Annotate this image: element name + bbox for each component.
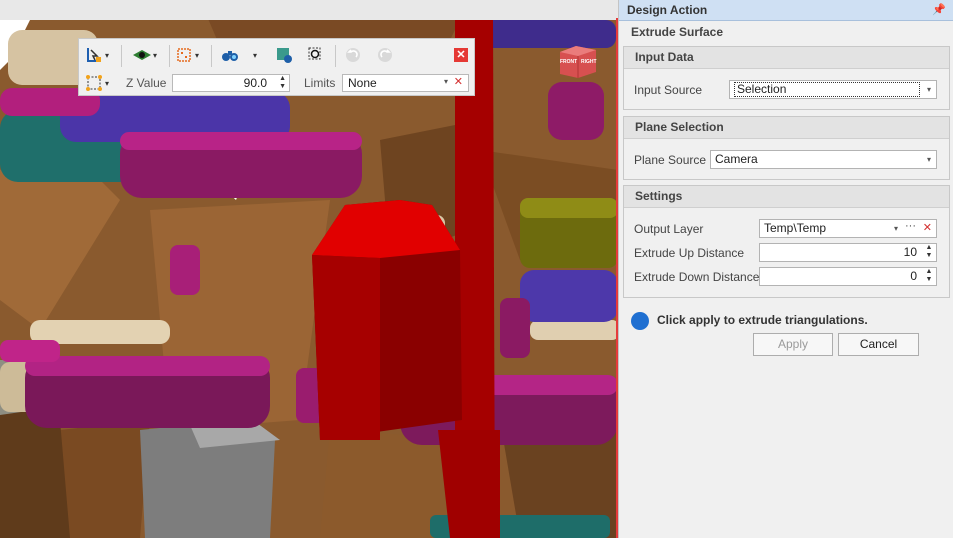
output-layer-select[interactable]: Temp\Temp ▾ ··· ✕ — [759, 219, 937, 238]
extrude-up-input[interactable]: 10 ▲ ▼ — [759, 243, 937, 262]
chevron-down-icon[interactable]: ▾ — [153, 51, 157, 60]
layer-filter-icon[interactable] — [273, 44, 295, 66]
view-cube-right-label: RIGHT — [581, 59, 597, 65]
chevron-down-icon[interactable]: ▾ — [927, 151, 931, 168]
panel-title: Design Action — [627, 3, 708, 17]
z-value-label: Z Value — [126, 76, 167, 90]
z-value-input[interactable]: 90.0 ▲ ▼ — [172, 74, 290, 92]
settings-section: Settings Output Layer Temp\Temp ▾ ··· ✕ … — [623, 185, 950, 298]
toolbar-separator — [169, 45, 170, 67]
input-source-select[interactable]: Selection ▾ — [729, 80, 937, 99]
snap-grid-icon[interactable] — [173, 44, 195, 66]
select-tool-icon[interactable] — [83, 44, 105, 66]
view-cube[interactable]: FRONT RIGHT — [556, 44, 598, 78]
cancel-button[interactable]: Cancel — [838, 333, 919, 356]
z-value-text: 90.0 — [243, 76, 267, 90]
extrude-up-label: Extrude Up Distance — [634, 246, 745, 260]
point-snap-icon[interactable] — [83, 72, 105, 94]
chevron-down-icon[interactable]: ▾ — [253, 51, 257, 60]
3d-viewport[interactable]: FRONT RIGHT ▾ ▾ ▾ ▾ ✕ ▾ Z Value 90.0 ▲ ▼… — [0, 0, 618, 538]
view-cube-front-label: FRONT — [560, 59, 578, 65]
chevron-down-icon[interactable]: ▾ — [894, 220, 898, 237]
chevron-down-icon[interactable]: ▾ — [105, 79, 109, 88]
selection-box-icon[interactable] — [305, 44, 327, 66]
info-message: Click apply to extrude triangulations. — [657, 313, 868, 327]
clear-icon[interactable]: ✕ — [923, 220, 932, 237]
extrude-down-input[interactable]: 0 ▲ ▼ — [759, 267, 937, 286]
toolbar-separator — [211, 45, 212, 67]
redo-icon[interactable] — [374, 44, 396, 66]
limits-select[interactable]: None ▾ ✕ — [342, 74, 469, 92]
output-layer-value: Temp\Temp — [764, 221, 827, 235]
pin-icon[interactable]: 📌 — [932, 3, 946, 16]
input-source-label: Input Source — [634, 83, 703, 97]
chevron-down-icon[interactable]: ▾ — [927, 81, 931, 98]
toolbar-separator — [335, 45, 336, 67]
plane-source-label: Plane Source — [634, 153, 707, 167]
plane-source-select[interactable]: Camera ▾ — [710, 150, 937, 169]
chevron-down-icon[interactable]: ▾ — [444, 77, 448, 86]
plane-selection-header: Plane Selection — [624, 117, 949, 139]
toolbar-separator — [121, 45, 122, 67]
more-options-icon[interactable]: ··· — [905, 218, 916, 235]
output-layer-label: Output Layer — [634, 222, 704, 236]
floating-toolbar: ▾ ▾ ▾ ▾ ✕ ▾ Z Value 90.0 ▲ ▼ Limits None… — [78, 38, 475, 96]
input-data-section: Input Data Input Source Selection ▾ — [623, 46, 950, 110]
clear-icon[interactable]: ✕ — [454, 75, 463, 88]
plane-source-value: Camera — [715, 152, 758, 166]
chevron-down-icon[interactable]: ▾ — [105, 51, 109, 60]
viewport-top-bar — [0, 0, 618, 20]
close-icon[interactable]: ✕ — [454, 48, 468, 62]
input-source-value: Selection — [734, 82, 920, 97]
view-eye-icon[interactable] — [131, 44, 153, 66]
settings-header: Settings — [624, 186, 949, 208]
panel-subtitle: Extrude Surface — [631, 25, 724, 39]
z-value-spinner[interactable]: ▲ ▼ — [279, 75, 286, 91]
extrude-up-spinner[interactable]: ▲ ▼ — [924, 244, 934, 261]
info-icon — [631, 312, 649, 330]
extrude-up-value: 10 — [903, 245, 917, 259]
extrude-down-value: 0 — [910, 269, 917, 283]
apply-button[interactable]: Apply — [753, 333, 833, 356]
extrude-down-label: Extrude Down Distance — [634, 270, 760, 284]
extrude-down-spinner[interactable]: ▲ ▼ — [924, 268, 934, 285]
limits-value: None — [348, 76, 377, 90]
binoculars-icon[interactable] — [219, 44, 241, 66]
design-action-panel: Design Action 📌 Extrude Surface Input Da… — [618, 0, 953, 538]
chevron-down-icon[interactable]: ▾ — [195, 51, 199, 60]
undo-icon[interactable] — [342, 44, 364, 66]
plane-selection-section: Plane Selection Plane Source Camera ▾ — [623, 116, 950, 180]
panel-header: Design Action 📌 — [619, 0, 953, 21]
input-data-header: Input Data — [624, 47, 949, 69]
limits-label: Limits — [304, 76, 336, 90]
